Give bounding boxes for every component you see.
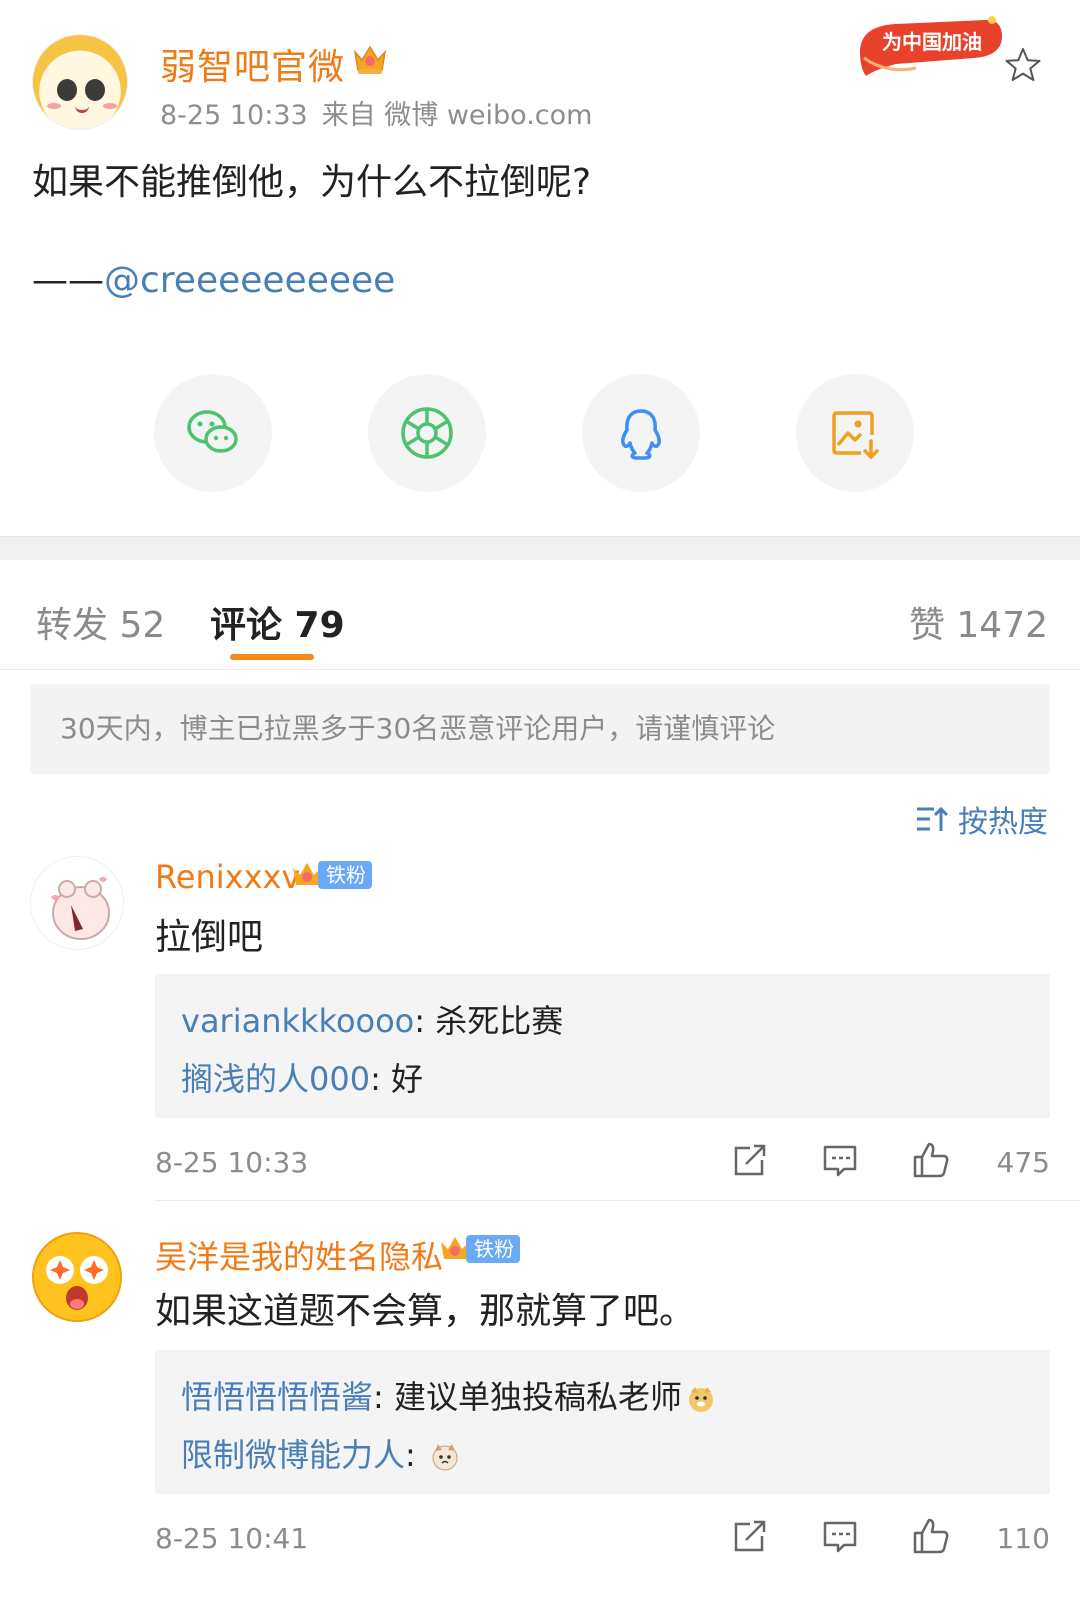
signature-dash: ——	[32, 260, 104, 301]
comment-time: 8-25 10:33	[155, 1146, 309, 1179]
comment-text: 如果这道题不会算，那就算了吧。	[155, 1291, 696, 1332]
fan-badge-label: 铁粉	[318, 861, 372, 889]
reply-author[interactable]: variankkkoooo	[181, 1002, 414, 1040]
share-moments-button[interactable]	[368, 374, 486, 492]
comment-notice: 30天内，博主已拉黑多于30名恶意评论用户，请谨慎评论	[30, 684, 1050, 774]
engagement-tabs: 转发 52 评论 79 赞 1472	[0, 562, 1080, 670]
favorite-star-icon[interactable]	[1004, 46, 1042, 84]
sort-toggle[interactable]: 按热度	[914, 797, 1048, 841]
commenter-name[interactable]: 吴洋是我的姓名隐私	[155, 1232, 443, 1278]
qq-icon	[621, 409, 661, 460]
comment-time: 8-25 10:41	[155, 1522, 309, 1555]
reply-text: 杀死比赛	[435, 1002, 564, 1040]
moments-icon	[401, 407, 453, 459]
reply-author[interactable]: 悟悟悟悟悟酱	[181, 1378, 373, 1416]
reply-box[interactable]: 悟悟悟悟悟酱: 建议单独投稿私老师 限制微博能力人:	[155, 1350, 1050, 1494]
reply-item: variankkkoooo: 杀死比赛	[181, 992, 1024, 1050]
reply-author[interactable]: 搁浅的人000	[181, 1060, 370, 1098]
poster-avatar[interactable]	[32, 34, 128, 130]
reply-box[interactable]: variankkkoooo: 杀死比赛 搁浅的人000: 好	[155, 974, 1050, 1118]
reply-item: 限制微博能力人:	[181, 1426, 1024, 1484]
cat-emoji-icon	[432, 1444, 458, 1471]
post-header: 弱智吧官微 8-25 10:33 来自 微博 weibo.com 为中国加油	[0, 0, 1080, 140]
sort-label: 按热度	[958, 805, 1048, 840]
comment-footer: 8-25 10:41 110	[155, 1514, 1050, 1564]
repost-icon[interactable]	[730, 1140, 770, 1180]
fan-badge: 铁粉	[290, 858, 372, 892]
post-source: 来自 微博 weibo.com	[321, 100, 593, 131]
like-icon[interactable]	[911, 1516, 951, 1556]
post-signature: ——@creeeeeeeeee	[32, 258, 395, 304]
poster-name[interactable]: 弱智吧官微	[160, 38, 345, 90]
post-meta: 8-25 10:33 来自 微博 weibo.com	[160, 93, 606, 132]
repost-icon[interactable]	[730, 1516, 770, 1556]
reply-text: 好	[391, 1060, 424, 1098]
vip-crown-icon	[353, 45, 387, 74]
share-row	[0, 374, 1080, 494]
like-count: 110	[996, 1522, 1050, 1555]
share-wechat-button[interactable]	[154, 374, 272, 492]
reply-text: 建议单独投稿私老师	[393, 1378, 682, 1416]
comment-footer: 8-25 10:33 475	[155, 1138, 1050, 1188]
fan-badge-label: 铁粉	[466, 1235, 520, 1263]
save-image-button[interactable]	[796, 374, 914, 492]
comment-icon[interactable]	[820, 1516, 860, 1556]
tab-repost[interactable]: 转发 52	[36, 596, 165, 648]
share-qq-button[interactable]	[582, 374, 700, 492]
commenter-avatar[interactable]	[30, 1230, 124, 1324]
tab-likes[interactable]: 赞 1472	[909, 596, 1048, 648]
reply-separator: :	[405, 1436, 426, 1474]
reply-item: 悟悟悟悟悟酱: 建议单独投稿私老师	[181, 1368, 1024, 1426]
reply-separator: :	[370, 1060, 392, 1098]
reply-author[interactable]: 限制微博能力人	[181, 1436, 405, 1474]
comment-text: 拉倒吧	[155, 917, 264, 958]
active-tab-indicator	[230, 654, 314, 660]
sort-icon	[917, 806, 949, 831]
comment-separator	[155, 1200, 1080, 1201]
commenter-name[interactable]: Renixxxv	[155, 858, 300, 896]
post-time: 8-25 10:33	[160, 100, 308, 131]
like-icon[interactable]	[911, 1140, 951, 1180]
svg-text:为中国加油: 为中国加油	[882, 30, 982, 54]
section-divider	[0, 536, 1080, 560]
like-count: 475	[996, 1146, 1050, 1179]
save-image-icon	[832, 411, 879, 460]
wechat-icon	[187, 410, 238, 453]
reply-separator: :	[414, 1002, 436, 1040]
comment-icon[interactable]	[820, 1140, 860, 1180]
post-text: 如果不能推倒他，为什么不拉倒呢?	[32, 162, 592, 203]
fan-badge: 铁粉	[438, 1232, 520, 1266]
china-cheer-badge-icon[interactable]: 为中国加油	[856, 12, 1006, 78]
reply-separator: :	[373, 1378, 394, 1416]
tab-comments[interactable]: 评论 79	[210, 596, 345, 648]
commenter-avatar[interactable]	[30, 856, 124, 950]
doge-emoji-icon	[688, 1387, 713, 1412]
reply-item: 搁浅的人000: 好	[181, 1050, 1024, 1108]
mention-link[interactable]: @creeeeeeeeee	[104, 260, 395, 301]
